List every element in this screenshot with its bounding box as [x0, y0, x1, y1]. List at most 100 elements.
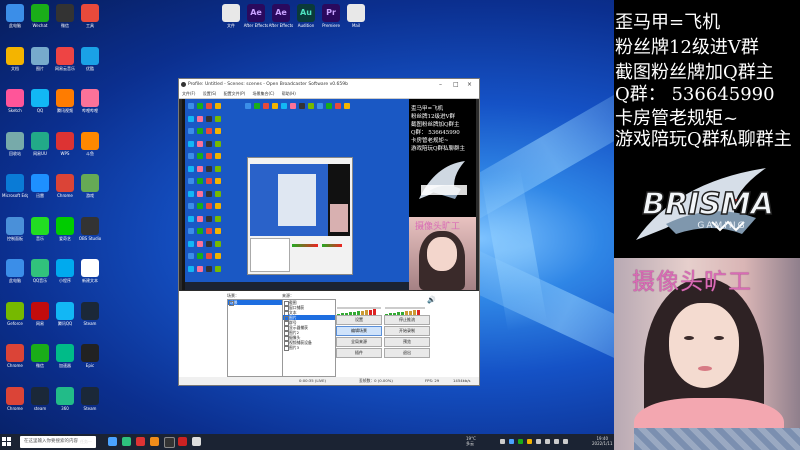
start-button[interactable] — [2, 437, 12, 447]
preview-button[interactable]: 预览 — [384, 337, 430, 347]
stop-stream-button[interactable]: 停止推流 — [384, 315, 430, 325]
desktop-icon[interactable]: 此电脑 — [2, 259, 28, 283]
plugins-button[interactable]: 插件 — [336, 348, 382, 358]
desktop-icon[interactable]: 腾讯QQ — [52, 301, 78, 326]
source-item[interactable]: 图片3 — [283, 345, 335, 351]
desktop-icon[interactable]: OBS Studio — [77, 216, 103, 241]
tray-icon[interactable] — [527, 439, 532, 444]
taskbar-obs-icon[interactable] — [164, 437, 175, 448]
desktop-icon[interactable]: Mail — [343, 4, 369, 28]
desktop-icon[interactable]: QQ — [27, 89, 53, 113]
desktop-icon[interactable]: Pr Premiere — [318, 4, 344, 28]
desktop-icon[interactable]: 斗鱼 — [77, 131, 103, 156]
tray-icon[interactable] — [509, 439, 514, 444]
tray-icon[interactable] — [563, 439, 568, 444]
desktop-icon[interactable]: Chrome — [52, 174, 78, 198]
nested-desktop-icon — [197, 165, 203, 172]
desktop-icon-label: Epic — [85, 363, 95, 368]
taskbar-app-icon[interactable] — [178, 437, 187, 446]
menu-help[interactable]: 帮助(H) — [282, 91, 296, 96]
desktop-icon[interactable]: Chrome — [2, 386, 28, 411]
taskbar-explorer-icon[interactable] — [108, 437, 117, 446]
tray-icon[interactable] — [536, 439, 541, 444]
desktop-icon[interactable]: 腾讯视频 — [52, 89, 78, 113]
taskbar-wechat-icon[interactable] — [122, 437, 131, 446]
menu-scene-collection[interactable]: 场景集合(C) — [252, 91, 274, 96]
desktop-icon[interactable]: steam — [27, 386, 53, 411]
menu-profile[interactable]: 配置文件(P) — [224, 91, 246, 96]
desktop-icon[interactable]: 回收站 — [2, 131, 28, 156]
tray-icon[interactable] — [554, 439, 559, 444]
clock[interactable]: 19:40 2022/1/11 — [592, 436, 613, 446]
nested-desktop-icon — [215, 103, 221, 109]
taskbar-app-icon[interactable] — [192, 437, 201, 446]
desktop-icon[interactable]: Microsoft Edge — [2, 174, 28, 198]
desktop-icon[interactable]: 文档 — [2, 46, 28, 71]
desktop-icon[interactable]: 360 — [52, 386, 78, 411]
desktop-icon[interactable]: Geforce — [2, 301, 28, 326]
desktop-icon[interactable]: Steam — [77, 386, 103, 411]
scenes-list[interactable]: 场景 — [227, 299, 283, 377]
nested-desktop-icon — [215, 140, 221, 147]
desktop-icon[interactable]: Ae After Effects — [268, 4, 294, 28]
desktop-icon-label: 新建文本 — [82, 278, 98, 283]
desktop-icon[interactable]: 此电脑 — [2, 4, 28, 28]
desktop-icon[interactable]: 网易UU — [27, 131, 53, 156]
maximize-icon[interactable]: □ — [453, 79, 459, 90]
app-icon: Au — [297, 4, 315, 22]
weather-widget[interactable]: 19°C 多云 — [466, 436, 476, 446]
menu-file[interactable]: 文件(F) — [182, 91, 195, 96]
nested-desktop-icon — [206, 140, 212, 147]
exit-button[interactable]: 退出 — [384, 348, 430, 358]
global-sources-button[interactable]: 全局来源 — [336, 337, 382, 347]
close-icon[interactable]: × — [467, 79, 472, 90]
desktop-icon[interactable]: Ae After Effects — [243, 4, 269, 28]
desktop-icon[interactable]: 游戏 — [77, 174, 103, 198]
obs-title-bar[interactable]: Profile: Untitled - Scenes: scenes - Ope… — [179, 79, 479, 90]
desktop-icon[interactable]: Wechat — [27, 4, 53, 28]
desktop-icon[interactable]: Sketch — [2, 89, 28, 113]
start-record-button[interactable]: 开始录制 — [384, 326, 430, 336]
desktop-icon[interactable]: 爱奇艺 — [52, 216, 78, 241]
scene-item[interactable]: 场景 — [228, 300, 282, 306]
desktop-icon[interactable]: 工具 — [77, 4, 103, 28]
minimize-icon[interactable]: – — [439, 79, 442, 90]
desktop-icon[interactable]: 加速器 — [52, 344, 78, 368]
taskbar-app-icon[interactable] — [150, 437, 159, 446]
obs-preview[interactable]: 歪马甲=飞机 粉丝牌12级进V群 截图粉丝牌加Q群主 Q群： 536645990… — [182, 99, 476, 290]
desktop-icon[interactable]: Au Audition — [293, 4, 319, 28]
sources-list[interactable]: 截图 窗口捕获 文本 图片 群号 显示器捕获 图片2 摄像头 视频捕获设备 图片3 — [282, 299, 336, 377]
desktop-volume-slider[interactable] — [337, 307, 381, 309]
desktop-icon[interactable]: WPS — [52, 131, 78, 156]
desktop-icon[interactable]: 小程序 — [52, 259, 78, 283]
desktop-icon[interactable]: 网易 — [27, 301, 53, 326]
system-tray[interactable] — [500, 438, 580, 446]
desktop-icon[interactable]: 控制面板 — [2, 216, 28, 241]
desktop-icon[interactable]: Chrome — [2, 344, 28, 368]
mic-volume-slider[interactable] — [385, 307, 425, 309]
task-view-button[interactable]: 任务一 — [80, 436, 100, 448]
desktop-icon[interactable]: 文件 — [218, 4, 244, 28]
tray-icon[interactable] — [545, 439, 550, 444]
taskbar-app-icon[interactable] — [136, 437, 145, 446]
menu-settings[interactable]: 设置(S) — [203, 91, 217, 96]
settings-button[interactable]: 设置 — [336, 315, 382, 325]
tray-icon[interactable] — [500, 439, 505, 444]
desktop-icon[interactable]: 优酷 — [77, 46, 103, 71]
desktop-icon[interactable]: 音乐 — [27, 216, 53, 241]
desktop-icon-label: 微信 — [61, 23, 69, 28]
desktop-icon[interactable]: 微信 — [52, 4, 78, 28]
desktop-icon[interactable]: Steam — [77, 301, 103, 326]
desktop-icon[interactable]: Epic — [77, 344, 103, 368]
desktop-icon[interactable]: 微信 — [27, 344, 53, 368]
desktop-icon[interactable]: 图片 — [27, 46, 53, 71]
desktop-icon[interactable]: 新建文本 — [77, 259, 103, 283]
obs-window[interactable]: Profile: Untitled - Scenes: scenes - Ope… — [178, 78, 480, 386]
desktop-icon[interactable]: 迅雷 — [27, 174, 53, 198]
desktop-icon[interactable]: 网易云音乐 — [52, 46, 78, 71]
tray-icon[interactable] — [518, 439, 523, 444]
desktop-icon[interactable]: 哔哩哔哩 — [77, 89, 103, 113]
edit-scene-button[interactable]: 编辑场景 — [336, 326, 382, 336]
speaker-icon[interactable]: 🔊 — [427, 296, 436, 304]
desktop-icon[interactable]: QQ音乐 — [27, 259, 53, 283]
